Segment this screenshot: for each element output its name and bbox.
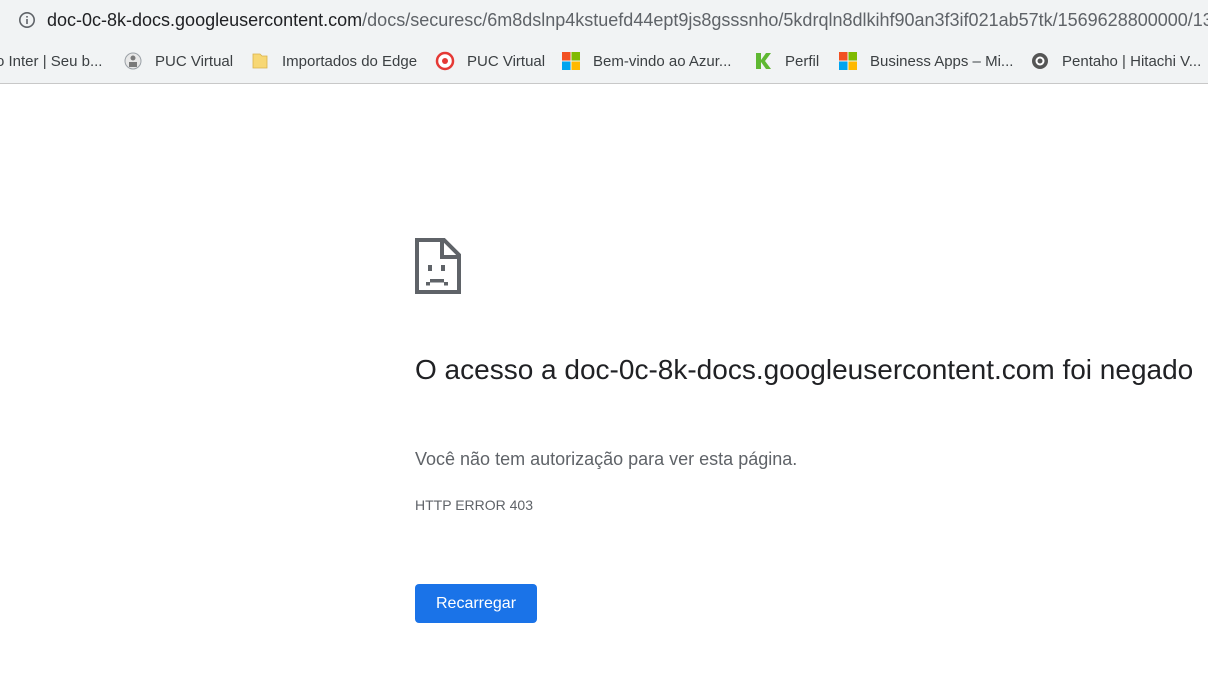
bookmark-label: o Inter | Seu b... [0, 52, 103, 70]
bookmark-label: PUC Virtual [467, 52, 546, 70]
folder-icon [252, 53, 268, 69]
bookmark-azure[interactable]: Bem-vindo ao Azur... [561, 44, 731, 78]
url-host: doc-0c-8k-docs.googleusercontent.com [47, 10, 363, 30]
sad-page-icon [415, 238, 461, 294]
bookmark-label: Perfil [785, 52, 820, 70]
browser-chrome: doc-0c-8k-docs.googleusercontent.com/doc… [0, 0, 1208, 84]
puc-red-icon [435, 51, 455, 71]
bookmark-label: Pentaho | Hitachi V... [1062, 52, 1202, 70]
address-bar[interactable]: doc-0c-8k-docs.googleusercontent.com/doc… [0, 3, 1208, 37]
error-code: HTTP ERROR 403 [415, 497, 533, 513]
bookmarks-bar: o Inter | Seu b... PUC Virtual Importado… [0, 44, 1208, 78]
bookmark-importados-edge[interactable]: Importados do Edge [250, 44, 417, 78]
bookmark-label: PUC Virtual [155, 52, 234, 70]
microsoft-icon [562, 52, 580, 70]
microsoft-icon [839, 52, 857, 70]
bookmark-label: Business Apps – Mi... [870, 52, 1014, 70]
bookmark-business-apps[interactable]: Business Apps – Mi... [838, 44, 1013, 78]
url-path: /docs/securesc/6m8dslnp4kstuefd44ept9js8… [362, 10, 1208, 30]
bookmark-puc-virtual-1[interactable]: PUC Virtual [123, 44, 233, 78]
k-icon [756, 53, 771, 69]
info-icon[interactable] [18, 11, 36, 29]
bookmark-label: Importados do Edge [282, 52, 418, 70]
url-text[interactable]: doc-0c-8k-docs.googleusercontent.com/doc… [47, 9, 1208, 31]
bookmark-inter[interactable]: o Inter | Seu b... [0, 44, 102, 78]
error-message: Você não tem autorização para ver esta p… [415, 449, 798, 469]
bookmark-perfil[interactable]: Perfil [753, 44, 819, 78]
puc-icon [124, 52, 142, 70]
pentaho-icon [1032, 53, 1048, 69]
error-heading: O acesso a doc-0c-8k-docs.googleusercont… [415, 354, 1194, 385]
bookmark-pentaho[interactable]: Pentaho | Hitachi V... [1030, 44, 1201, 78]
bookmark-label: Bem-vindo ao Azur... [593, 52, 732, 70]
bookmark-puc-virtual-2[interactable]: PUC Virtual [435, 44, 545, 78]
reload-button[interactable]: Recarregar [415, 584, 537, 623]
